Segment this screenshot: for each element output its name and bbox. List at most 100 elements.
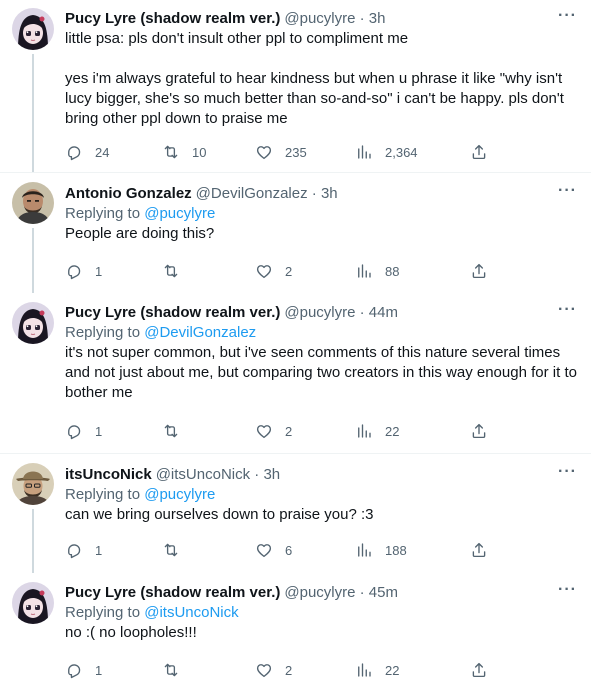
reply-icon bbox=[65, 143, 83, 161]
replying-to-link[interactable]: @itsUncoNick bbox=[144, 604, 238, 621]
retweet-button[interactable] bbox=[162, 540, 192, 560]
anime-girl-avatar[interactable] bbox=[12, 582, 54, 624]
tweet-actions: 1 2 22 bbox=[65, 421, 500, 441]
user-handle[interactable]: @pucylyre · 3h bbox=[284, 9, 385, 29]
thread-line bbox=[32, 509, 34, 573]
tweet-text: it's not super common, but i've seen com… bbox=[65, 344, 582, 401]
like-count: 6 bbox=[285, 542, 293, 558]
user-handle[interactable]: @pucylyre · 45m bbox=[284, 583, 398, 603]
thread-line bbox=[32, 228, 34, 293]
tweet-header: Pucy Lyre (shadow realm ver.) @pucylyre … bbox=[65, 583, 577, 603]
retweet-button[interactable] bbox=[162, 660, 192, 680]
heart-icon bbox=[255, 541, 273, 559]
replying-to: Replying to @pucylyre bbox=[65, 205, 216, 222]
more-options-icon[interactable]: ··· bbox=[558, 183, 577, 199]
tweet-header: Pucy Lyre (shadow realm ver.) @pucylyre … bbox=[65, 303, 577, 323]
replying-to-link[interactable]: @pucylyre bbox=[144, 205, 215, 222]
views-button[interactable]: 22 bbox=[355, 421, 399, 441]
reply-button[interactable]: 1 bbox=[65, 660, 102, 680]
tweet-actions: 24 10 235 2,364 bbox=[65, 142, 500, 162]
like-count: 2 bbox=[285, 662, 293, 678]
user-handle[interactable]: @DevilGonzalez · 3h bbox=[196, 184, 338, 204]
views-icon bbox=[355, 541, 373, 559]
more-options-icon[interactable]: ··· bbox=[558, 464, 577, 480]
reply-count: 1 bbox=[95, 263, 103, 279]
more-options-icon[interactable]: ··· bbox=[558, 302, 577, 318]
reply-button[interactable]: 24 bbox=[65, 142, 109, 162]
like-button[interactable]: 6 bbox=[255, 540, 292, 560]
reply-button[interactable]: 1 bbox=[65, 261, 102, 281]
display-name[interactable]: Pucy Lyre (shadow realm ver.) bbox=[65, 9, 280, 29]
reply-button[interactable]: 1 bbox=[65, 421, 102, 441]
replying-to-link[interactable]: @pucylyre bbox=[144, 486, 215, 503]
share-icon bbox=[470, 143, 488, 161]
tweet-reply[interactable]: itsUncoNick @itsUncoNick · 3h ··· Replyi… bbox=[0, 454, 591, 573]
share-button[interactable] bbox=[470, 540, 488, 560]
like-button[interactable]: 2 bbox=[255, 261, 292, 281]
views-icon bbox=[355, 143, 373, 161]
share-button[interactable] bbox=[470, 660, 488, 680]
heart-icon bbox=[255, 661, 273, 679]
tweet-text: People are doing this? bbox=[65, 225, 215, 242]
view-count: 2,364 bbox=[385, 144, 418, 160]
view-count: 22 bbox=[385, 662, 400, 678]
retweet-button[interactable] bbox=[162, 421, 192, 441]
man-photo-avatar[interactable] bbox=[12, 182, 54, 224]
display-name[interactable]: Antonio Gonzalez bbox=[65, 184, 192, 204]
views-button[interactable]: 188 bbox=[355, 540, 407, 560]
reply-icon bbox=[65, 541, 83, 559]
views-icon bbox=[355, 661, 373, 679]
view-count: 88 bbox=[385, 263, 400, 279]
more-options-icon[interactable]: ··· bbox=[558, 8, 577, 24]
views-button[interactable]: 2,364 bbox=[355, 142, 418, 162]
thread-line bbox=[32, 54, 34, 172]
user-handle[interactable]: @pucylyre · 44m bbox=[284, 303, 398, 323]
views-button[interactable]: 22 bbox=[355, 660, 399, 680]
tweet-actions: 1 2 22 bbox=[65, 660, 500, 680]
replying-to-link[interactable]: @DevilGonzalez bbox=[144, 324, 256, 341]
tweet-header: itsUncoNick @itsUncoNick · 3h bbox=[65, 465, 577, 485]
retweet-button[interactable] bbox=[162, 261, 192, 281]
heart-icon bbox=[255, 143, 273, 161]
anime-girl-avatar[interactable] bbox=[12, 8, 54, 50]
display-name[interactable]: Pucy Lyre (shadow realm ver.) bbox=[65, 583, 280, 603]
display-name[interactable]: itsUncoNick bbox=[65, 465, 152, 485]
tweet-reply[interactable]: Pucy Lyre (shadow realm ver.) @pucylyre … bbox=[0, 293, 591, 453]
display-name[interactable]: Pucy Lyre (shadow realm ver.) bbox=[65, 303, 280, 323]
view-count: 22 bbox=[385, 423, 400, 439]
like-button[interactable]: 2 bbox=[255, 660, 292, 680]
retweet-icon bbox=[162, 541, 180, 559]
share-icon bbox=[470, 262, 488, 280]
heart-icon bbox=[255, 262, 273, 280]
tweet-reply[interactable]: Antonio Gonzalez @DevilGonzalez · 3h ···… bbox=[0, 173, 591, 293]
tweet-header: Antonio Gonzalez @DevilGonzalez · 3h bbox=[65, 184, 577, 204]
share-button[interactable] bbox=[470, 142, 488, 162]
share-button[interactable] bbox=[470, 421, 488, 441]
reply-icon bbox=[65, 661, 83, 679]
more-options-icon[interactable]: ··· bbox=[558, 582, 577, 598]
view-count: 188 bbox=[385, 542, 407, 558]
anime-girl-avatar[interactable] bbox=[12, 302, 54, 344]
tweet-actions: 1 2 88 bbox=[65, 261, 500, 281]
reply-count: 1 bbox=[95, 542, 103, 558]
like-button[interactable]: 235 bbox=[255, 142, 307, 162]
reply-count: 24 bbox=[95, 144, 110, 160]
reply-icon bbox=[65, 422, 83, 440]
reply-button[interactable]: 1 bbox=[65, 540, 102, 560]
like-button[interactable]: 2 bbox=[255, 421, 292, 441]
share-button[interactable] bbox=[470, 261, 488, 281]
views-button[interactable]: 88 bbox=[355, 261, 399, 281]
tweet-text: little psa: pls don't insult other ppl t… bbox=[65, 30, 564, 127]
replying-to: Replying to @itsUncoNick bbox=[65, 604, 239, 621]
tweet-reply[interactable]: Pucy Lyre (shadow realm ver.) @pucylyre … bbox=[0, 573, 591, 687]
reply-count: 1 bbox=[95, 423, 103, 439]
tweet-main[interactable]: Pucy Lyre (shadow realm ver.) @pucylyre … bbox=[0, 0, 591, 172]
share-icon bbox=[470, 661, 488, 679]
user-handle[interactable]: @itsUncoNick · 3h bbox=[156, 465, 280, 485]
retweet-button[interactable]: 10 bbox=[162, 142, 206, 162]
tweet-actions: 1 6 188 bbox=[65, 540, 500, 560]
retweet-icon bbox=[162, 422, 180, 440]
man-hat-avatar[interactable] bbox=[12, 463, 54, 505]
tweet-text: no :( no loopholes!!! bbox=[65, 624, 197, 641]
reply-count: 1 bbox=[95, 662, 103, 678]
